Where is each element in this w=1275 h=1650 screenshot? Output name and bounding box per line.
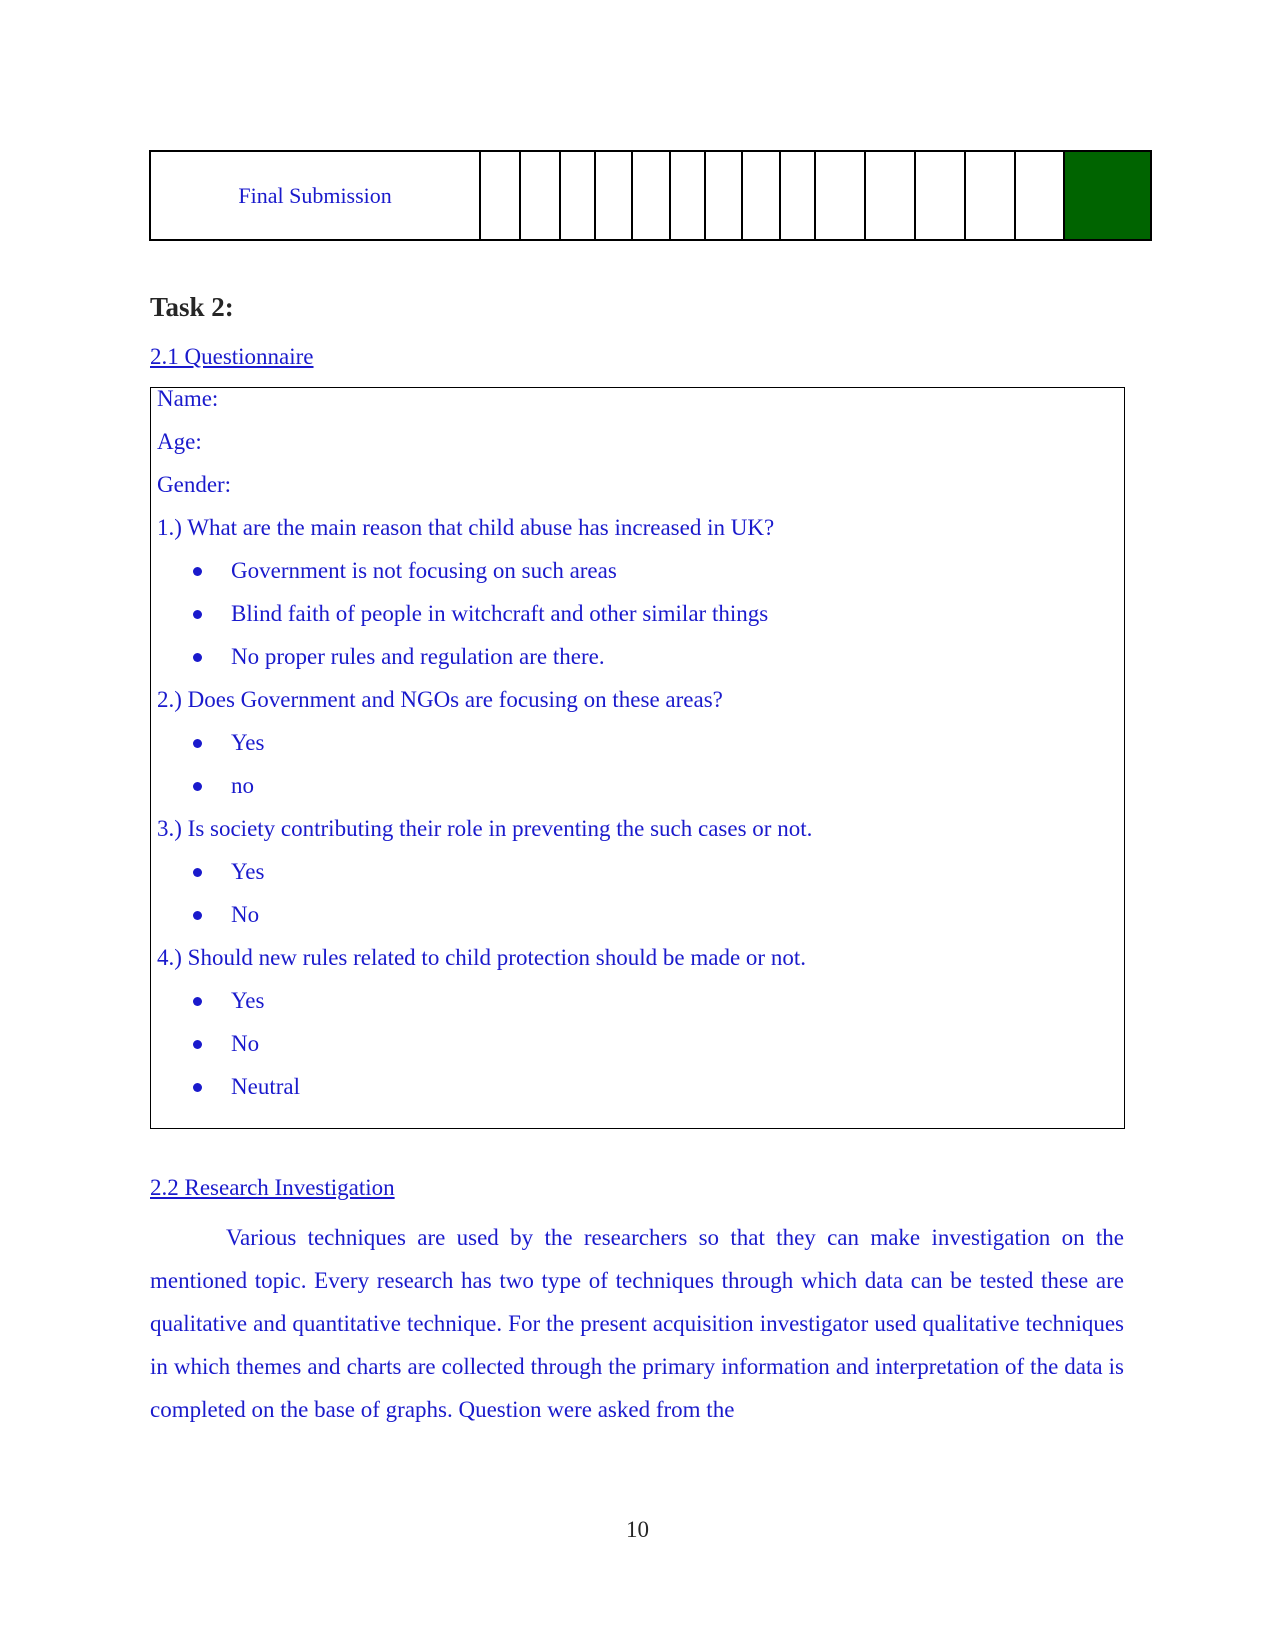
question-4: 4.) Should new rules related to child pr…: [157, 945, 806, 970]
bullet-icon: [193, 1083, 202, 1092]
gantt-period-cell: [964, 150, 1016, 241]
bullet-icon: [193, 868, 202, 877]
bullet-icon: [193, 911, 202, 920]
research-paragraph: Various techniques are used by the resea…: [150, 1225, 1124, 1422]
gantt-period-cell: [704, 150, 744, 241]
document-page: Final Submission Task 2: 2.1 Questionnai…: [0, 0, 1275, 1650]
bullet-icon: [193, 739, 202, 748]
gantt-period-cell: [778, 150, 817, 241]
research-investigation-section-link[interactable]: 2.2 Research Investigation: [150, 1175, 395, 1201]
bullet-icon: [193, 653, 202, 662]
bullet-icon: [193, 997, 202, 1006]
bullet-icon: [193, 567, 202, 576]
name-field-label: Name:: [157, 386, 219, 411]
bullet-icon: [193, 1040, 202, 1049]
gantt-period-cell: [631, 150, 671, 241]
question-3: 3.) Is society contributing their role i…: [157, 816, 813, 841]
gantt-period-cell: [668, 150, 707, 241]
gantt-period-cell: [914, 150, 967, 241]
page-number: 10: [626, 1517, 649, 1542]
bullet-icon: [193, 782, 202, 791]
task-heading: Task 2:: [150, 292, 234, 322]
gantt-period-cell-filled: [1062, 150, 1153, 241]
gantt-period-cell: [1013, 150, 1065, 241]
gantt-period-cell: [741, 150, 781, 241]
bullet-icon: [193, 610, 202, 619]
gantt-period-cell: [863, 150, 917, 241]
gantt-task-label: Final Submission: [148, 150, 482, 241]
questionnaire-box: Name: Age: Gender: 1.) What are the main…: [150, 386, 1125, 1129]
question-2: 2.) Does Government and NGOs are focusin…: [157, 687, 723, 712]
gantt-period-cell: [814, 150, 866, 241]
questionnaire-section-link[interactable]: 2.1 Questionnaire: [150, 344, 314, 370]
question-1: 1.) What are the main reason that child …: [157, 515, 775, 540]
age-field-label: Age:: [157, 429, 202, 454]
gender-field-label: Gender:: [157, 472, 232, 497]
gantt-period-cell: [479, 150, 521, 241]
gantt-row-final-submission: Final Submission: [148, 150, 1153, 241]
gantt-period-cell: [519, 150, 561, 241]
gantt-period-cell: [594, 150, 634, 241]
gantt-period-cell: [558, 150, 597, 241]
gantt-chart-row: Final Submission: [148, 150, 1153, 241]
